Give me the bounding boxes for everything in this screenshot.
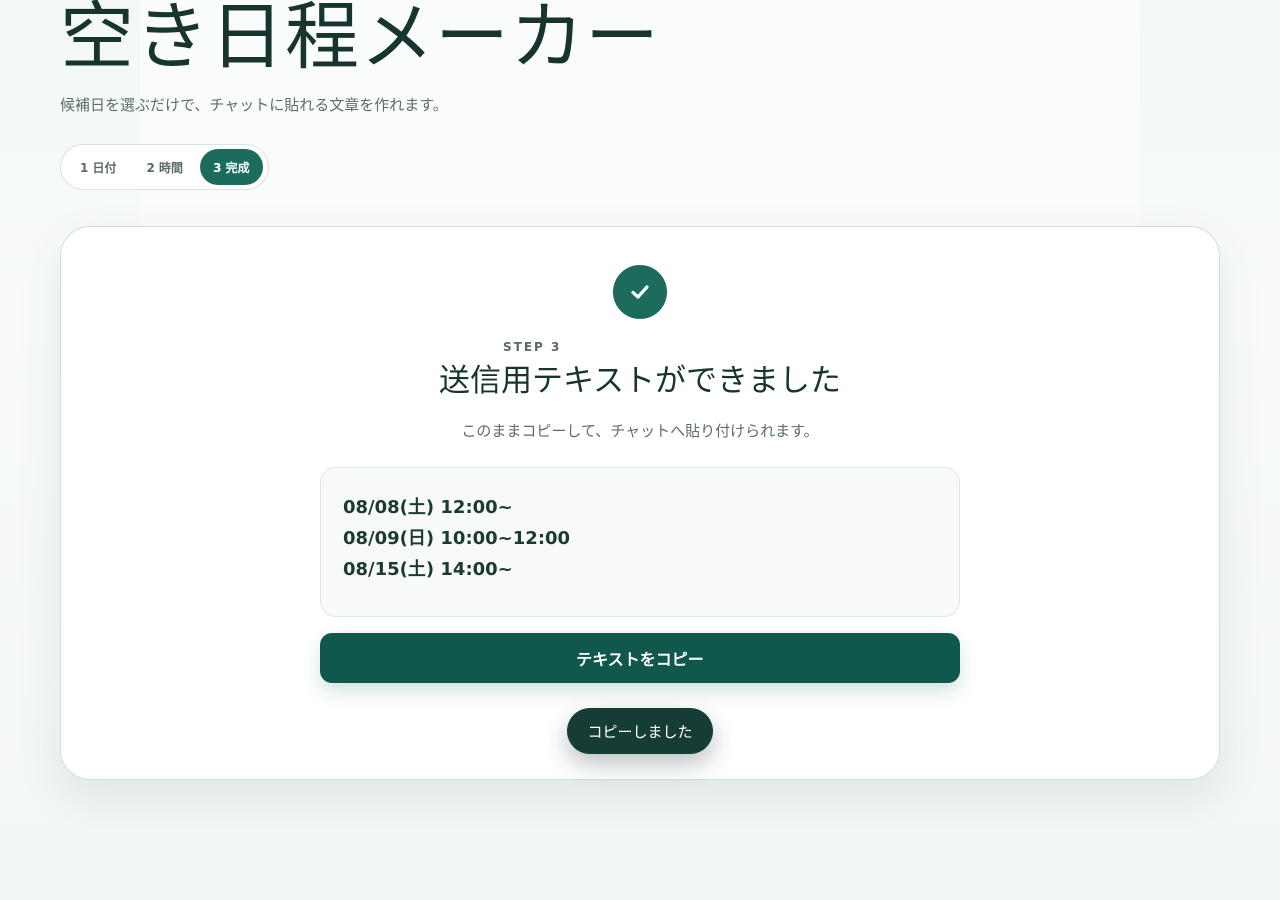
result-line: 08/09(日) 10:00~12:00 [343, 528, 571, 549]
step-eyebrow: STEP 3 [503, 340, 562, 354]
result-card: STEP 3 送信用テキストができました このままコピーして、チャットへ貼り付け… [60, 226, 1220, 780]
result-line: 08/08(土) 12:00~ [343, 497, 513, 518]
app-subtitle: 候補日を選ぶだけで、チャットに貼れる文章を作れます。 [60, 96, 448, 114]
result-line: 08/15(土) 14:00~ [343, 559, 513, 580]
generated-text-box[interactable]: 08/08(土) 12:00~ 08/09(日) 10:00~12:00 08/… [320, 467, 960, 617]
check-icon [613, 265, 667, 319]
check-icon-glyph [631, 285, 649, 299]
copied-toast: コピーしました [567, 708, 713, 754]
tab-step-time[interactable]: 2 時間 [134, 149, 197, 185]
step-tabs: 1 日付 2 時間 3 完成 [60, 144, 269, 190]
copy-text-button[interactable]: テキストをコピー [320, 633, 960, 683]
tab-step-date[interactable]: 1 日付 [67, 149, 130, 185]
result-title: 送信用テキストができました [438, 363, 842, 399]
app-title: 空き日程メーカー [60, 0, 660, 80]
tab-step-complete[interactable]: 3 完成 [200, 149, 263, 185]
result-description: このままコピーして、チャットへ貼り付けられます。 [461, 422, 819, 440]
